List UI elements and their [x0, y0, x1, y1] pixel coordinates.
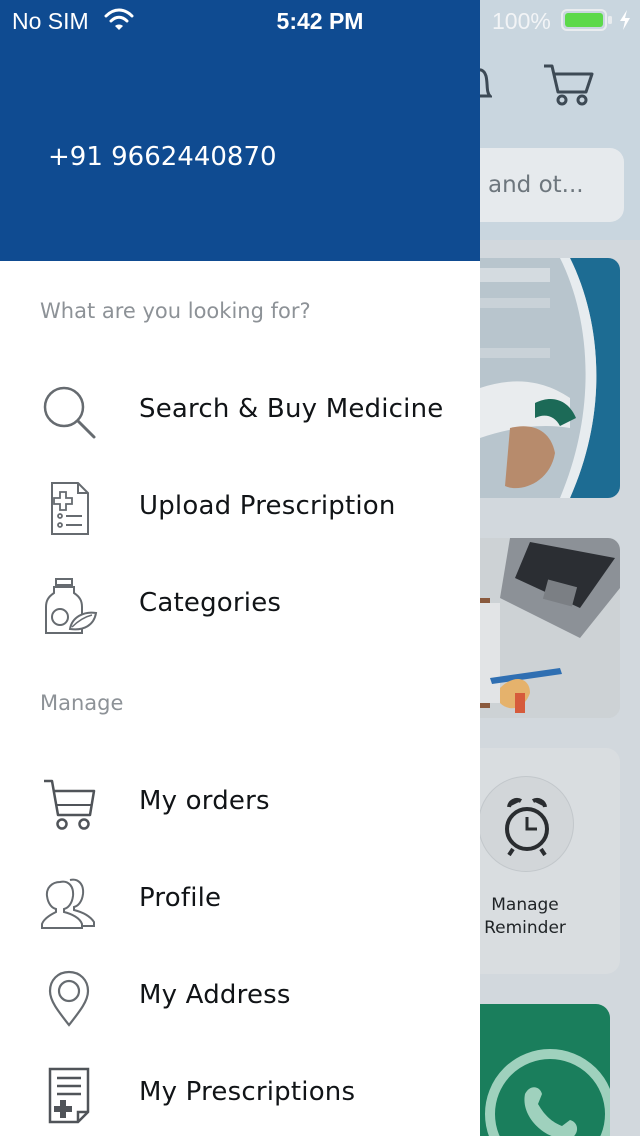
- menu-item-categories[interactable]: Categories: [0, 559, 480, 649]
- menu-item-label: My Address: [139, 980, 291, 1010]
- section-title-manage: Manage: [40, 691, 124, 715]
- search-icon: [43, 386, 96, 439]
- menu-item-label: Categories: [139, 588, 282, 618]
- categories-icon: [45, 578, 98, 634]
- menu-item-my-orders[interactable]: My orders: [0, 757, 480, 847]
- menu-item-label: My Prescriptions: [139, 1077, 356, 1107]
- status-bar: No SIM 5:42 PM 100%: [0, 0, 640, 40]
- menu-item-upload-prescription[interactable]: Upload Prescription: [0, 462, 480, 552]
- navigation-drawer: +91 9662440870 What are you looking for?…: [0, 0, 480, 1136]
- profile-icon: [41, 878, 95, 929]
- battery-percentage: 100%: [492, 8, 551, 34]
- menu-item-label: Upload Prescription: [139, 491, 396, 521]
- user-phone-number: +91 9662440870: [48, 142, 277, 172]
- menu-item-search-buy-medicine[interactable]: Search & Buy Medicine: [0, 365, 480, 455]
- cart-icon: [44, 779, 96, 830]
- charging-bolt-icon: [620, 10, 630, 30]
- alarm-clock-icon: [478, 776, 574, 872]
- battery-icon: [561, 9, 612, 31]
- menu-item-my-prescriptions[interactable]: My Prescriptions: [0, 1048, 480, 1136]
- section-title-looking-for: What are you looking for?: [40, 299, 311, 323]
- menu-item-label: Search & Buy Medicine: [139, 394, 444, 424]
- prescriptions-icon: [48, 1067, 90, 1124]
- menu-item-profile[interactable]: Profile: [0, 854, 480, 944]
- menu-item-label: My orders: [139, 786, 270, 816]
- manage-reminder-label: Manage Reminder: [484, 895, 566, 938]
- menu-item-my-address[interactable]: My Address: [0, 951, 480, 1041]
- prescription-upload-icon: [51, 482, 89, 535]
- cart-icon[interactable]: [542, 60, 594, 108]
- menu-item-label: Profile: [139, 883, 222, 913]
- location-pin-icon: [48, 970, 90, 1027]
- background-search-placeholder: and ot...: [488, 172, 584, 198]
